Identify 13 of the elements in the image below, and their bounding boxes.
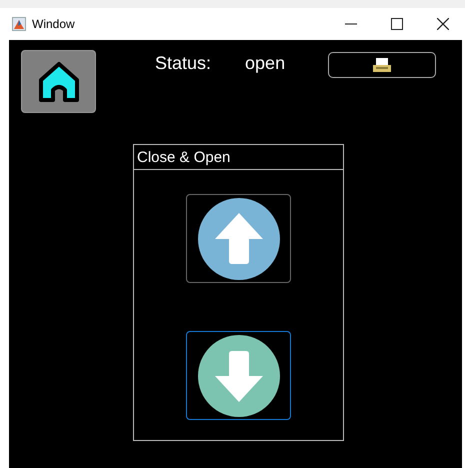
maximize-icon[interactable] xyxy=(391,18,403,30)
home-icon xyxy=(36,60,80,104)
up-arrow-button[interactable] xyxy=(186,194,291,283)
app-icon xyxy=(12,17,26,31)
status-label: Status: xyxy=(155,53,212,74)
home-button[interactable] xyxy=(21,50,96,113)
status-value: open xyxy=(245,53,286,74)
down-arrow-button[interactable] xyxy=(186,331,291,420)
panel-title: Close & Open xyxy=(137,148,230,166)
window-title: Window xyxy=(32,17,75,31)
close-icon[interactable] xyxy=(437,18,449,30)
printer-icon xyxy=(372,57,392,73)
printer-button[interactable] xyxy=(328,52,436,78)
